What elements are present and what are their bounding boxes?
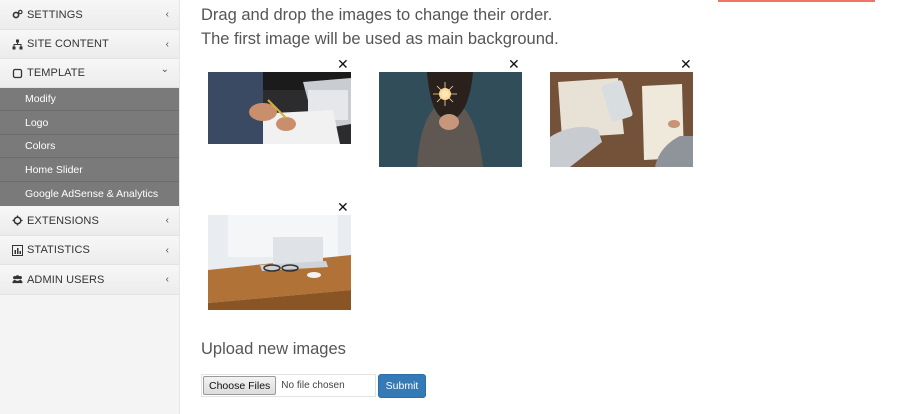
- remove-image-4-icon[interactable]: ✕: [337, 200, 349, 214]
- sidebar-item-label: STATISTICS: [27, 244, 90, 256]
- instruction-line-1: Drag and drop the images to change their…: [201, 6, 553, 24]
- slider-image-phone-notebook[interactable]: [550, 72, 693, 167]
- sidebar-item-label: ADMIN USERS: [27, 273, 105, 286]
- submenu-item-home-slider[interactable]: Home Slider: [0, 159, 179, 182]
- chevron-down-icon: ⌄: [160, 64, 169, 75]
- remove-image-1-icon[interactable]: ✕: [337, 57, 349, 71]
- remove-image-3-icon[interactable]: ✕: [680, 57, 692, 71]
- submenu-item-colors[interactable]: Colors: [0, 135, 179, 158]
- sidebar-item-template[interactable]: TEMPLATE ⌄: [0, 59, 179, 88]
- upload-section-title: Upload new images: [201, 340, 346, 358]
- sidebar-item-statistics[interactable]: STATISTICS ‹: [0, 236, 179, 265]
- submenu-item-logo[interactable]: Logo: [0, 112, 179, 135]
- file-status-text: No file chosen: [281, 380, 345, 391]
- sidebar-item-label: TEMPLATE: [27, 67, 86, 79]
- slider-image-sparkler[interactable]: [379, 72, 522, 167]
- slider-image-person-writing[interactable]: [208, 72, 351, 144]
- chevron-left-icon: ‹: [165, 9, 169, 20]
- sidebar-item-label: SETTINGS: [27, 8, 83, 21]
- choose-files-button[interactable]: Choose Files: [203, 376, 277, 395]
- chevron-left-icon: ‹: [165, 215, 169, 226]
- sparkler-photo: [379, 72, 522, 167]
- square-icon: [12, 68, 23, 79]
- chevron-left-icon: ‹: [165, 244, 169, 256]
- top-accent-bar: [718, 0, 875, 2]
- phone-notebook-photo: [550, 72, 693, 167]
- template-submenu: Modify Logo Colors Home Slider Google Ad…: [0, 88, 179, 206]
- bar-chart-icon: [12, 244, 23, 256]
- sidebar-item-admin-users[interactable]: ADMIN USERS ‹: [0, 265, 179, 295]
- chevron-left-icon: ‹: [165, 274, 169, 285]
- sidebar: SETTINGS ‹ SITE CONTENT ‹ TEMPLATE ⌄ Mod…: [0, 0, 180, 414]
- sidebar-item-label: SITE CONTENT: [27, 38, 109, 50]
- cogs-icon: [12, 9, 23, 20]
- chevron-left-icon: ‹: [165, 38, 169, 50]
- file-input[interactable]: Choose Files No file chosen: [201, 374, 376, 397]
- users-icon: [12, 274, 23, 285]
- sitemap-icon: [12, 39, 23, 50]
- sidebar-item-site-content[interactable]: SITE CONTENT ‹: [0, 30, 179, 59]
- person-writing-photo: [208, 72, 351, 144]
- instruction-line-2: The first image will be used as main bac…: [201, 30, 559, 48]
- puzzle-icon: [12, 215, 23, 226]
- submenu-item-modify[interactable]: Modify: [0, 88, 179, 111]
- submenu-item-google-adsense-analytics[interactable]: Google AdSense & Analytics: [0, 182, 179, 205]
- laptop-desk-photo: [208, 215, 351, 310]
- sidebar-item-label: EXTENSIONS: [27, 214, 99, 227]
- sidebar-item-extensions[interactable]: EXTENSIONS ‹: [0, 206, 179, 236]
- sidebar-item-settings[interactable]: SETTINGS ‹: [0, 0, 179, 30]
- slider-image-laptop-desk[interactable]: [208, 215, 351, 310]
- submit-button[interactable]: Submit: [378, 374, 426, 398]
- remove-image-2-icon[interactable]: ✕: [508, 57, 520, 71]
